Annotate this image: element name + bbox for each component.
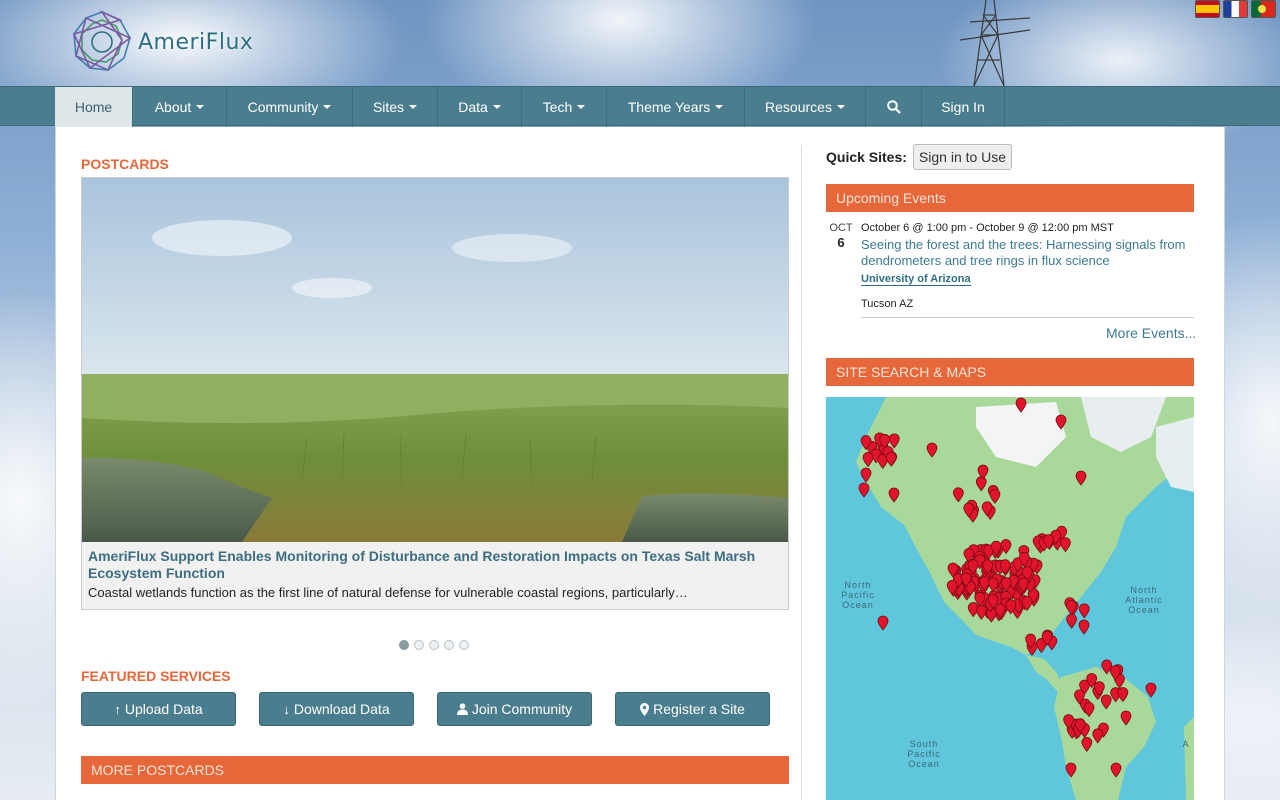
event-location: Tucson AZ	[861, 298, 914, 310]
site-search-maps-header: SITE SEARCH & MAPS	[826, 358, 1194, 386]
nav-about-label: About	[154, 99, 192, 115]
caret-down-icon	[323, 105, 332, 109]
nav-search[interactable]	[866, 87, 922, 127]
postcards-heading: POSTCARDS	[81, 156, 169, 172]
spanish-flag-icon[interactable]	[1195, 0, 1220, 18]
postcard-title[interactable]: AmeriFlux Support Enables Monitoring of …	[88, 548, 782, 582]
join-community-label: Join Community	[471, 701, 573, 717]
upload-arrow-icon: ↑	[114, 701, 121, 717]
svg-text:A: A	[1182, 739, 1189, 749]
carousel-indicators	[399, 640, 469, 650]
portuguese-flag-icon[interactable]	[1251, 0, 1276, 18]
svg-text:South: South	[910, 739, 939, 749]
nav-theme-years-label: Theme Years	[627, 99, 711, 115]
upload-data-label: Upload Data	[124, 701, 203, 717]
carousel-dot[interactable]	[429, 640, 439, 650]
user-icon	[456, 703, 468, 715]
upcoming-events-header: Upcoming Events	[826, 184, 1194, 212]
language-flags	[1195, 0, 1276, 18]
search-icon	[886, 100, 901, 114]
event-details: October 6 @ 1:00 pm - October 9 @ 12:00 …	[861, 222, 1194, 318]
nav-data-label: Data	[458, 99, 488, 115]
nav-theme-years[interactable]: Theme Years	[607, 87, 745, 127]
featured-services-heading: FEATURED SERVICES	[81, 668, 231, 684]
download-data-label: Download Data	[293, 701, 390, 717]
event-title-link[interactable]: Seeing the forest and the trees: Harness…	[861, 237, 1194, 269]
nav-resources-label: Resources	[765, 99, 832, 115]
svg-text:North: North	[844, 580, 871, 590]
download-data-button[interactable]: ↓ Download Data	[259, 692, 414, 726]
svg-text:Atlantic: Atlantic	[1125, 595, 1163, 605]
nav-tech-label: Tech	[542, 99, 573, 115]
nav-community-label: Community	[247, 99, 319, 115]
carousel-dot[interactable]	[414, 640, 424, 650]
join-community-button[interactable]: Join Community	[437, 692, 592, 726]
french-flag-icon[interactable]	[1223, 0, 1248, 18]
logo-wordmark: AmeriFlux	[138, 29, 254, 55]
more-postcards-header: MORE POSTCARDS	[81, 756, 789, 784]
nav-home[interactable]: Home	[55, 87, 133, 127]
svg-text:Ocean: Ocean	[908, 759, 940, 769]
nav-community[interactable]: Community	[227, 87, 353, 127]
nav-home-label: Home	[74, 99, 113, 115]
caret-down-icon	[715, 105, 724, 109]
carousel-dot[interactable]	[399, 640, 409, 650]
caret-down-icon	[492, 105, 501, 109]
event-month: OCT	[829, 222, 853, 234]
event-time: October 6 @ 1:00 pm - October 9 @ 12:00 …	[861, 222, 1114, 234]
salt-marsh-photo	[82, 178, 788, 542]
quick-sites: Quick Sites: Sign in to Use	[826, 144, 1013, 170]
download-arrow-icon: ↓	[283, 701, 290, 717]
register-site-button[interactable]: Register a Site	[615, 692, 770, 726]
svg-text:North: North	[1130, 585, 1157, 595]
main-content: POSTCARDS AmeriFlux Support Enables Moni…	[55, 127, 1225, 800]
event-day: 6	[837, 235, 845, 250]
nav-about[interactable]: About	[133, 87, 227, 127]
svg-text:Pacific: Pacific	[907, 749, 941, 759]
postcards-carousel[interactable]: AmeriFlux Support Enables Monitoring of …	[81, 177, 789, 610]
ameriflux-logo[interactable]: AmeriFlux	[70, 10, 253, 74]
svg-text:Pacific: Pacific	[841, 590, 875, 600]
upload-data-button[interactable]: ↑ Upload Data	[81, 692, 236, 726]
nav-sites[interactable]: Sites	[353, 87, 438, 127]
carousel-dot[interactable]	[444, 640, 454, 650]
caret-down-icon	[577, 105, 586, 109]
transmission-tower-image	[960, 0, 1030, 86]
svg-text:Ocean: Ocean	[842, 600, 874, 610]
map-marker-icon	[640, 702, 650, 716]
quick-sites-label: Quick Sites:	[826, 149, 907, 165]
nav-sites-label: Sites	[372, 99, 405, 115]
quick-sites-signin-button[interactable]: Sign in to Use	[912, 144, 1013, 170]
caret-down-icon	[836, 105, 845, 109]
caret-down-icon	[409, 105, 418, 109]
nav-tech[interactable]: Tech	[522, 87, 607, 127]
nav-sign-in[interactable]: Sign In	[922, 87, 1005, 127]
postcard-summary: Coastal wetlands function as the first l…	[88, 585, 688, 600]
ameriflux-logo-icon	[72, 10, 132, 72]
site-map[interactable]: NorthPacificOcean NorthAtlanticOcean Sou…	[826, 397, 1194, 800]
main-navbar: Home About Community Sites Data Tech The…	[0, 86, 1280, 127]
register-site-label: Register a Site	[653, 701, 745, 717]
carousel-dot[interactable]	[459, 640, 469, 650]
featured-services: ↑ Upload Data ↓ Download Data Join Communi…	[81, 692, 770, 726]
more-events-link[interactable]: More Events...	[1106, 325, 1196, 341]
caret-down-icon	[196, 105, 205, 109]
nav-sign-in-label: Sign In	[941, 99, 985, 115]
nav-resources[interactable]: Resources	[745, 87, 866, 127]
event-divider	[861, 317, 1194, 318]
svg-text:Ocean: Ocean	[1128, 605, 1160, 615]
nav-data[interactable]: Data	[438, 87, 522, 127]
postcard-caption: AmeriFlux Support Enables Monitoring of …	[82, 542, 788, 606]
column-divider	[801, 145, 802, 800]
event-date: OCT 6	[826, 222, 856, 250]
event-organizer-link[interactable]: University of Arizona	[861, 273, 971, 286]
